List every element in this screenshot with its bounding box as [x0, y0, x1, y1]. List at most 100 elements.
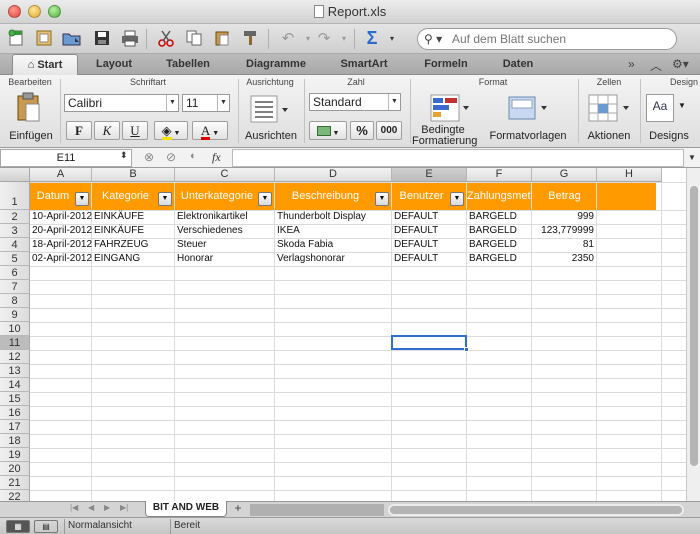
- align-lines-icon[interactable]: [250, 95, 290, 128]
- header-cell-g[interactable]: Betrag: [532, 182, 597, 210]
- row-header-16[interactable]: 16: [0, 406, 30, 420]
- underline-button[interactable]: U: [122, 121, 148, 140]
- paste-button-label[interactable]: Einfügen: [4, 131, 58, 142]
- page-layout-view-button[interactable]: ▤: [34, 520, 58, 533]
- data-cell[interactable]: 999: [532, 210, 597, 224]
- filter-dropdown-icon[interactable]: ▼: [375, 192, 389, 206]
- column-header-d[interactable]: D: [275, 168, 392, 182]
- paste-icon[interactable]: [210, 27, 234, 49]
- row-header-5[interactable]: 5: [0, 252, 30, 266]
- vertical-scroll-thumb[interactable]: [690, 186, 698, 466]
- cell-actions-label[interactable]: Aktionen: [580, 131, 638, 142]
- row-header-11[interactable]: 11: [0, 336, 30, 350]
- new-workbook-icon[interactable]: [4, 27, 28, 49]
- name-box-stepper-icon[interactable]: ⬍: [120, 150, 128, 161]
- collapse-ribbon-icon[interactable]: ︿: [650, 57, 662, 74]
- sheet-tab-bit-and-web[interactable]: BIT AND WEB: [145, 501, 227, 517]
- sheet-next-icon[interactable]: ▶: [104, 503, 110, 512]
- bold-button[interactable]: F: [66, 121, 92, 140]
- row-header-13[interactable]: 13: [0, 364, 30, 378]
- row-header-6[interactable]: 6: [0, 266, 30, 280]
- confirm-entry-icon[interactable]: ⊘: [166, 150, 176, 164]
- data-cell[interactable]: BARGELD: [467, 224, 532, 238]
- row-header-19[interactable]: 19: [0, 448, 30, 462]
- row-header-15[interactable]: 15: [0, 392, 30, 406]
- data-cell[interactable]: Elektronikartikel: [175, 210, 275, 224]
- row-header-4[interactable]: 4: [0, 238, 30, 252]
- column-header-e[interactable]: E: [392, 168, 467, 182]
- data-cell[interactable]: EINKÄUFE: [92, 224, 175, 238]
- paste-large-icon[interactable]: [14, 91, 42, 128]
- cut-icon[interactable]: [154, 27, 178, 49]
- sheet-prev-icon[interactable]: ◀: [88, 503, 94, 512]
- tab-layout[interactable]: Layout: [84, 54, 144, 75]
- data-cell[interactable]: EINKÄUFE: [92, 210, 175, 224]
- filter-dropdown-icon[interactable]: ▼: [450, 192, 464, 206]
- header-cell-f[interactable]: Zahlungsmethode: [467, 182, 532, 210]
- tab-scroll-divider[interactable]: [250, 504, 384, 516]
- row-header-21[interactable]: 21: [0, 476, 30, 490]
- data-cell[interactable]: Honorar: [175, 252, 275, 266]
- search-field[interactable]: ⚲ ▾: [417, 28, 677, 50]
- data-cell[interactable]: Thunderbolt Display: [275, 210, 392, 224]
- font-size-select[interactable]: 11 ▼: [182, 94, 230, 112]
- filter-dropdown-icon[interactable]: ▼: [75, 192, 89, 206]
- themes-label[interactable]: Designs: [642, 131, 696, 142]
- horizontal-scrollbar[interactable]: [388, 504, 684, 516]
- row-header-22[interactable]: 22: [0, 490, 30, 501]
- themes-dropdown-icon[interactable]: ▼: [678, 101, 686, 110]
- row-header-14[interactable]: 14: [0, 378, 30, 392]
- header-cell-e[interactable]: Benutzer: [392, 182, 451, 210]
- tab-tabellen[interactable]: Tabellen: [152, 54, 224, 75]
- data-cell[interactable]: BARGELD: [467, 252, 532, 266]
- copy-icon[interactable]: [182, 27, 206, 49]
- header-cell-b[interactable]: Kategorie: [92, 182, 159, 210]
- save-icon[interactable]: [90, 27, 114, 49]
- format-painter-icon[interactable]: [238, 27, 262, 49]
- sheet-last-icon[interactable]: ▶|: [120, 503, 128, 512]
- sheet-first-icon[interactable]: |◀: [70, 503, 78, 512]
- data-cell[interactable]: DEFAULT: [392, 252, 467, 266]
- search-input[interactable]: [452, 32, 667, 46]
- cell-actions-icon[interactable]: [588, 94, 632, 127]
- column-header-b[interactable]: B: [92, 168, 175, 182]
- data-cell[interactable]: DEFAULT: [392, 210, 467, 224]
- data-cell[interactable]: Verschiedenes: [175, 224, 275, 238]
- vertical-scrollbar[interactable]: [686, 168, 700, 501]
- filter-dropdown-icon[interactable]: ▼: [158, 192, 172, 206]
- row-header-3[interactable]: 3: [0, 224, 30, 238]
- themes-icon[interactable]: Aa: [646, 94, 674, 122]
- number-format-select[interactable]: Standard ▼: [309, 93, 401, 111]
- header-cell-c[interactable]: Unterkategorie: [175, 182, 259, 210]
- conditional-formatting-icon[interactable]: [430, 94, 470, 127]
- data-cell[interactable]: 10-April-2012: [30, 210, 92, 224]
- row-header-12[interactable]: 12: [0, 350, 30, 364]
- tab-diagramme[interactable]: Diagramme: [234, 54, 318, 75]
- data-cell[interactable]: DEFAULT: [392, 238, 467, 252]
- formula-input[interactable]: [232, 149, 684, 167]
- normal-view-button[interactable]: ▦: [6, 520, 30, 533]
- expand-formula-icon[interactable]: ▼: [688, 153, 696, 162]
- row-header-8[interactable]: 8: [0, 294, 30, 308]
- data-cell[interactable]: Skoda Fabia: [275, 238, 392, 252]
- insert-function-icon[interactable]: fx: [212, 150, 221, 165]
- open-icon[interactable]: [60, 27, 84, 49]
- filter-dropdown-icon[interactable]: ▼: [258, 192, 272, 206]
- row-header-17[interactable]: 17: [0, 420, 30, 434]
- tab-start[interactable]: ⌂ Start: [12, 54, 78, 75]
- column-header-a[interactable]: A: [30, 168, 92, 182]
- spreadsheet-grid[interactable]: A B C D E F G H 1 2 3 4 5 6 7 8 9 10 11 12 13 14 15 16 17 18 19 20 2…: [0, 168, 686, 501]
- conditional-formatting-label-2[interactable]: Formatierung: [412, 136, 477, 147]
- active-cell-selection[interactable]: [391, 335, 467, 350]
- tab-smartart[interactable]: SmartArt: [326, 54, 402, 75]
- tab-daten[interactable]: Daten: [490, 54, 546, 75]
- row-header-1[interactable]: 1: [0, 182, 30, 210]
- row-header-18[interactable]: 18: [0, 434, 30, 448]
- percent-button[interactable]: %: [350, 121, 374, 140]
- select-all-corner[interactable]: [0, 168, 30, 182]
- row-header-9[interactable]: 9: [0, 308, 30, 322]
- data-cell[interactable]: 123,779999: [532, 224, 597, 238]
- data-cell[interactable]: 81: [532, 238, 597, 252]
- data-cell[interactable]: DEFAULT: [392, 224, 467, 238]
- data-cell[interactable]: Verlagshonorar: [275, 252, 392, 266]
